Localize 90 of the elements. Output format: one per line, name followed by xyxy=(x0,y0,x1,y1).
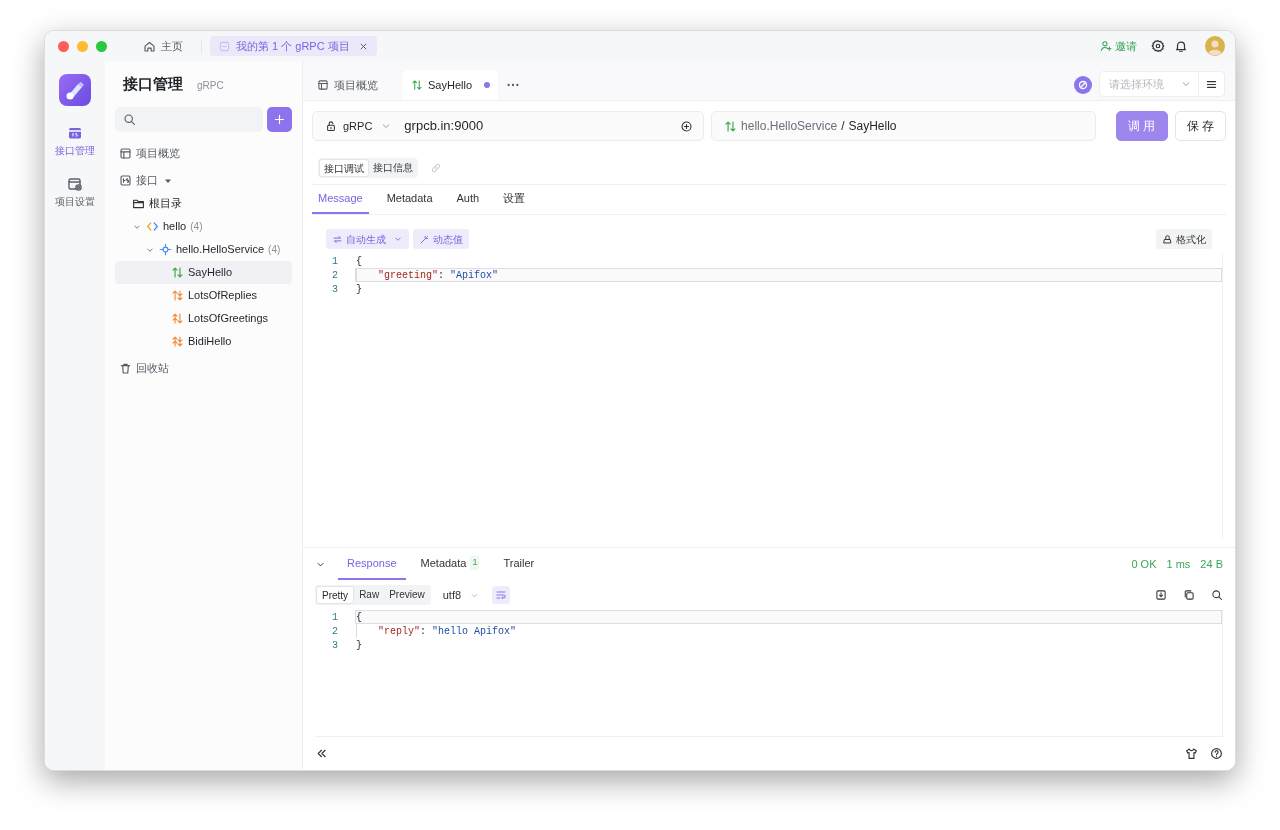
bell-icon[interactable] xyxy=(1174,39,1188,53)
search-field[interactable] xyxy=(115,107,263,132)
encoding-select[interactable]: utf8 xyxy=(436,586,487,604)
tree-item[interactable]: 接口 xyxy=(115,169,292,192)
environment-icon[interactable] xyxy=(1074,76,1092,94)
wand-icon xyxy=(419,233,430,245)
status-text: 0 OK xyxy=(1131,556,1157,572)
nav-item[interactable]: 接口管理 xyxy=(55,125,95,158)
folder-icon xyxy=(132,197,145,210)
format-button[interactable]: 格式化 xyxy=(1156,229,1212,249)
up-down-arrows-icon xyxy=(411,79,423,91)
up-down-arrows-icon xyxy=(171,289,184,302)
add-circle-icon xyxy=(680,119,694,133)
time-text: 1 ms xyxy=(1166,556,1191,572)
tree-item[interactable]: LotsOfReplies xyxy=(115,284,292,307)
tree-item[interactable]: LotsOfGreetings xyxy=(115,307,292,330)
editor-tab[interactable]: 项目概览 xyxy=(309,70,399,100)
copy-icon[interactable] xyxy=(1183,589,1195,601)
auto-generate-dropdown[interactable]: 自动生成 xyxy=(326,229,409,249)
line-number: 2 xyxy=(331,624,339,639)
settings-icon[interactable] xyxy=(1151,39,1165,53)
line-number: 1 xyxy=(331,610,339,625)
tree-item[interactable]: 回收站 xyxy=(115,357,292,380)
code-line: { xyxy=(355,254,363,268)
swap-icon xyxy=(332,233,343,245)
service-icon xyxy=(159,243,172,256)
response-tab[interactable]: Response xyxy=(338,548,406,580)
code-line: "reply": "hello Apifox" xyxy=(355,624,1222,638)
code-line: } xyxy=(355,638,363,652)
url-field[interactable]: gRPC grpcb.in:9000 xyxy=(312,111,705,141)
tree-item[interactable]: hello (4) xyxy=(115,215,292,238)
size-text: 24 B xyxy=(1200,556,1223,572)
view-tab[interactable]: Preview xyxy=(384,586,430,604)
layout-icon xyxy=(119,147,132,160)
plus-icon xyxy=(273,113,286,126)
window-tab[interactable]: 主页 xyxy=(135,36,191,56)
settings-icon xyxy=(67,176,83,192)
request-tab[interactable]: Auth xyxy=(450,185,486,214)
tree-item[interactable]: 根目录 xyxy=(115,192,292,215)
view-tab[interactable]: Pretty xyxy=(316,586,355,604)
response-tab[interactable]: Metadata 1 xyxy=(411,548,489,580)
sidebar-title: 接口管理 xyxy=(123,73,183,94)
tree-item[interactable]: hello.HelloService (4) xyxy=(115,238,292,261)
download-icon[interactable] xyxy=(1155,589,1167,601)
menu-button[interactable] xyxy=(1199,71,1225,97)
project-type-label: gRPC xyxy=(197,78,224,93)
chevron-icon xyxy=(393,234,403,244)
line-number: 3 xyxy=(331,282,339,297)
window-control[interactable] xyxy=(58,40,69,52)
api-icon xyxy=(119,174,132,187)
layout-icon xyxy=(317,79,329,91)
line-number: 2 xyxy=(331,268,339,283)
editor-tab[interactable]: SayHello xyxy=(403,70,498,100)
line-number: 3 xyxy=(331,638,339,653)
shirt-icon[interactable] xyxy=(1185,747,1198,760)
line-number: 1 xyxy=(331,254,339,269)
save-button[interactable]: 保 存 xyxy=(1174,111,1226,141)
mode-tab[interactable]: 接口信息 xyxy=(369,158,417,177)
up-down-arrows-icon xyxy=(171,312,184,325)
nav-item[interactable]: 项目设置 xyxy=(55,176,95,209)
request-tab[interactable]: Metadata xyxy=(380,185,439,214)
mode-tab[interactable]: 接口调试 xyxy=(319,158,369,177)
up-down-arrows-icon xyxy=(171,266,184,279)
collapse-sidebar-icon[interactable] xyxy=(315,747,328,760)
view-tab[interactable]: Raw xyxy=(354,586,385,604)
wrap-icon xyxy=(495,589,508,601)
trash-icon xyxy=(119,362,132,375)
code-icon xyxy=(146,220,159,233)
window-tab[interactable]: 我的第 1 个 gRPC 项目 xyxy=(210,36,377,56)
add-button[interactable] xyxy=(267,107,292,132)
up-down-arrows-icon xyxy=(724,119,738,133)
tree-item[interactable]: 项目概览 xyxy=(115,142,292,165)
tree-item[interactable]: SayHello xyxy=(115,261,292,284)
help-icon[interactable] xyxy=(1210,747,1223,760)
api-icon xyxy=(67,125,83,141)
request-tab[interactable]: Message xyxy=(312,185,369,214)
app-logo xyxy=(59,74,91,106)
add-user-icon xyxy=(1100,40,1112,52)
method-path-field[interactable]: hello.HelloService / SayHello xyxy=(711,111,1097,141)
dynamic-value-button[interactable]: 动态值 xyxy=(413,229,469,249)
code-line: } xyxy=(355,282,363,296)
response-tab[interactable]: Trailer xyxy=(494,548,544,580)
home-icon xyxy=(143,39,156,53)
tree-item[interactable]: BidiHello xyxy=(115,330,292,353)
search-icon xyxy=(123,113,136,126)
lock-icon xyxy=(325,120,337,132)
request-tab[interactable]: 设置 xyxy=(497,185,532,214)
up-down-arrows-icon xyxy=(171,335,184,348)
page-icon xyxy=(218,39,231,53)
search-icon[interactable] xyxy=(1211,589,1223,601)
